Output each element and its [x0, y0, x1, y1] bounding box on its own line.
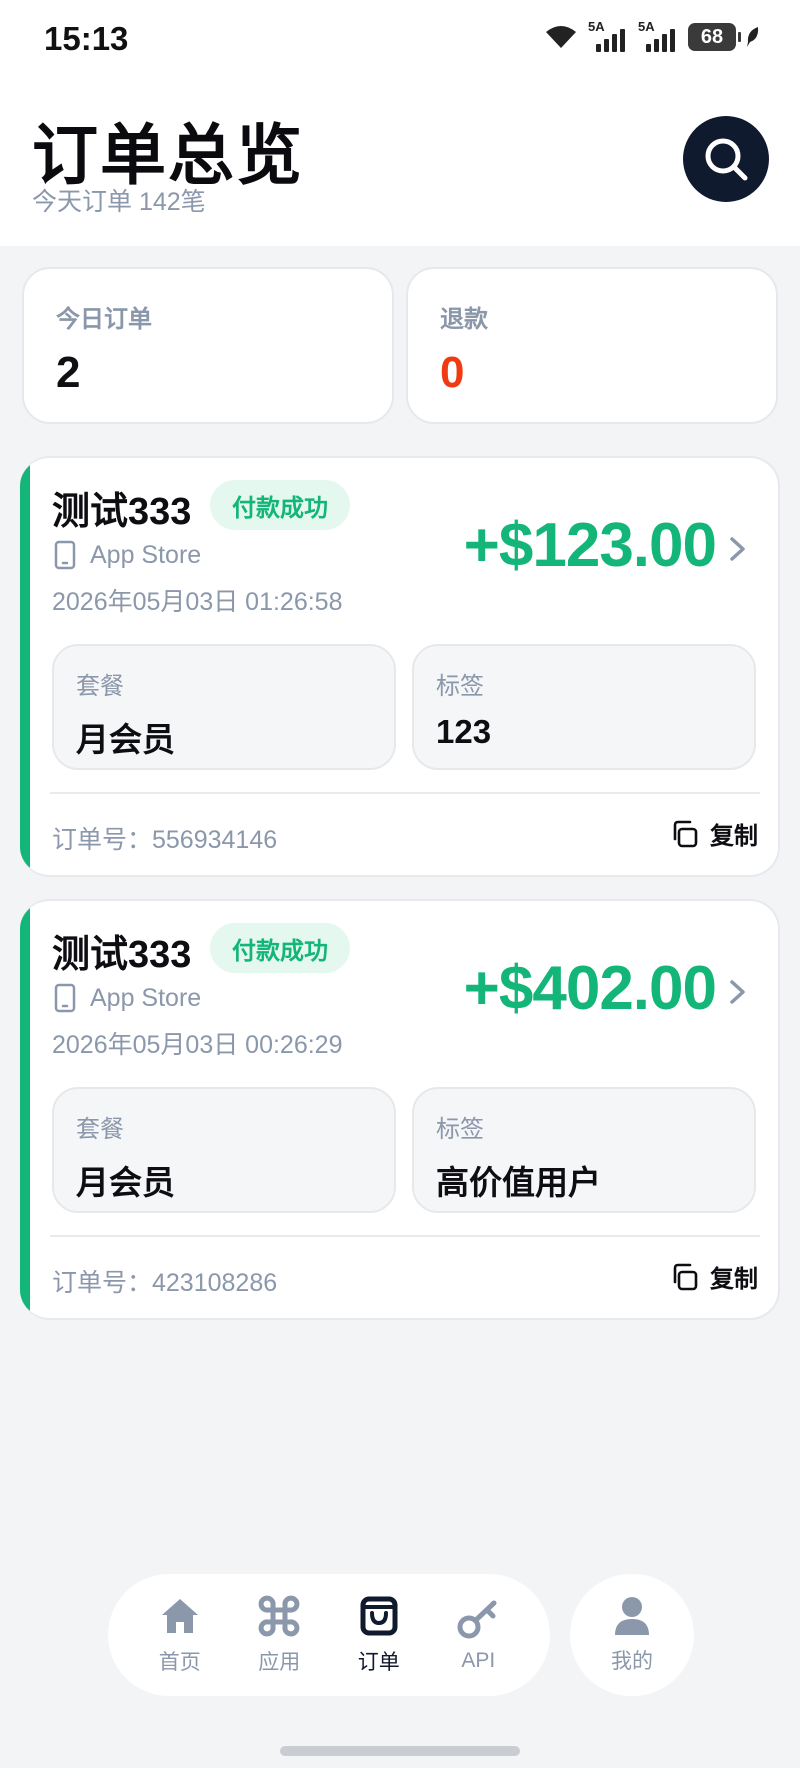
stat-card-refunds: 退款 0 — [406, 267, 778, 424]
order-accent-bar — [20, 458, 30, 875]
nav-label: 首页 — [158, 1651, 201, 1674]
plan-box: 套餐 月会员 — [52, 1087, 396, 1213]
page-subtitle: 今天订单 142笔 — [32, 188, 206, 216]
order-source: App Store — [54, 540, 201, 570]
user-icon — [615, 1597, 649, 1635]
wifi-icon — [546, 26, 576, 48]
divider — [50, 1235, 760, 1237]
copy-icon — [673, 820, 698, 847]
header-area: 15:13 5A 5A 68 订单总览 今天订单 142笔 — [0, 0, 800, 246]
plan-value: 月会员 — [76, 721, 175, 758]
leaf-icon — [747, 27, 759, 47]
order-accent-bar — [20, 901, 30, 1318]
stat-card-today-orders: 今日订单 2 — [22, 267, 394, 424]
key-icon — [457, 1600, 497, 1639]
nav-label: 订单 — [357, 1651, 400, 1674]
signal-sim2-icon: 5A — [638, 19, 678, 52]
home-indicator[interactable] — [280, 1746, 520, 1756]
copy-button[interactable]: 复制 — [670, 1259, 758, 1294]
order-amount: +$402.00 — [463, 954, 717, 1023]
order-card[interactable]: 测试333 付款成功 App Store 2026年05月03日 01:26:5… — [20, 456, 780, 877]
plan-value: 月会员 — [76, 1164, 175, 1201]
copy-icon — [673, 1263, 698, 1290]
order-number: 订单号：556934146 — [52, 826, 278, 854]
tag-value: 123 — [436, 713, 492, 750]
phone-icon — [54, 983, 76, 1013]
plan-box: 套餐 月会员 — [52, 644, 396, 770]
order-card[interactable]: 测试333 付款成功 App Store 2026年05月03日 00:26:2… — [20, 899, 780, 1320]
order-number: 订单号：423108286 — [52, 1269, 278, 1297]
tag-label: 标签 — [436, 673, 484, 700]
nav-item-apps[interactable]: 应用 — [234, 1594, 324, 1676]
home-icon — [161, 1599, 198, 1633]
signal-sim1-icon: 5A — [588, 19, 628, 52]
tag-box: 标签 高价值用户 — [412, 1087, 756, 1213]
order-app-name: 测试333 — [52, 934, 192, 976]
divider — [50, 792, 760, 794]
nav-label: 我的 — [611, 1650, 653, 1673]
stat-value: 2 — [56, 348, 81, 397]
shopping-bag-icon — [360, 1596, 398, 1636]
tag-label: 标签 — [436, 1116, 484, 1143]
nav-item-profile[interactable]: 我的 — [570, 1574, 694, 1696]
nav-item-api[interactable]: API — [433, 1597, 523, 1673]
copy-button[interactable]: 复制 — [670, 816, 758, 851]
search-button[interactable] — [683, 116, 769, 202]
status-icons: 5A 5A 68 — [544, 19, 760, 52]
search-icon — [705, 138, 748, 181]
tag-value: 高价值用户 — [436, 1164, 601, 1201]
battery-indicator: 68 — [688, 23, 741, 51]
plan-label: 套餐 — [76, 673, 124, 700]
order-source-label: App Store — [90, 540, 202, 569]
status-badge: 付款成功 — [210, 480, 350, 530]
chevron-right-icon[interactable] — [726, 977, 750, 1007]
tag-box: 标签 123 — [412, 644, 756, 770]
chevron-right-icon[interactable] — [726, 534, 750, 564]
phone-icon — [54, 540, 76, 570]
copy-label: 复制 — [710, 1266, 758, 1293]
stat-label: 今日订单 — [56, 306, 152, 333]
nav-item-orders[interactable]: 订单 — [334, 1594, 424, 1676]
nav-item-home[interactable]: 首页 — [135, 1594, 225, 1676]
order-time: 2026年05月03日 00:26:29 — [52, 1031, 343, 1059]
copy-label: 复制 — [710, 823, 758, 850]
status-time: 15:13 — [44, 20, 129, 57]
nav-label: API — [461, 1649, 496, 1672]
command-icon — [258, 1595, 300, 1637]
status-badge: 付款成功 — [210, 923, 350, 973]
order-time: 2026年05月03日 01:26:58 — [52, 588, 343, 616]
order-app-name: 测试333 — [52, 491, 192, 533]
plan-label: 套餐 — [76, 1116, 124, 1143]
order-source: App Store — [54, 983, 201, 1013]
order-amount: +$123.00 — [463, 511, 717, 580]
stat-value: 0 — [440, 348, 465, 397]
nav-label: 应用 — [258, 1651, 301, 1674]
order-source-label: App Store — [90, 983, 202, 1012]
stat-label: 退款 — [440, 306, 488, 333]
bottom-nav: 首页 应用 订单 API — [108, 1574, 550, 1696]
